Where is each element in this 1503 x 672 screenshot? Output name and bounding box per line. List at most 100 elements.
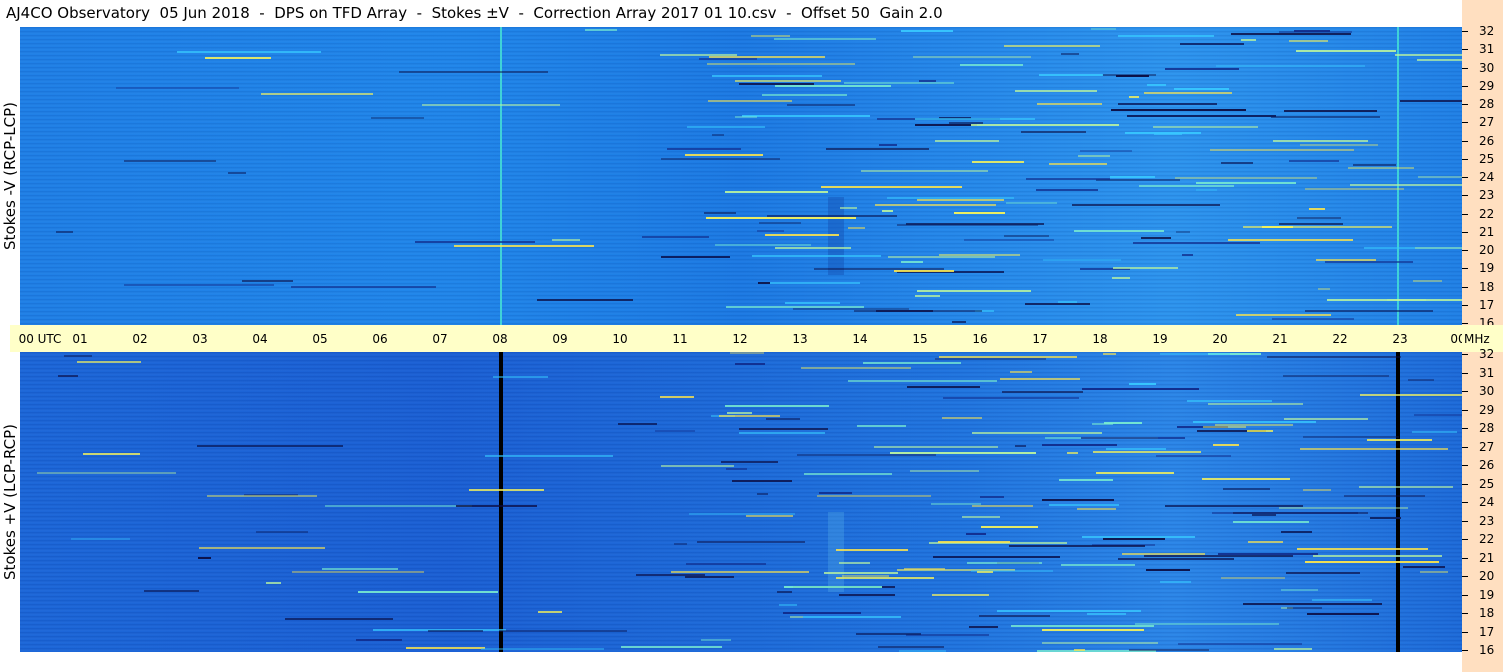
top-rfi-streak <box>1300 143 1378 146</box>
freq-bottom-label-18: 18 <box>1479 606 1495 620</box>
bottom-rfi-streak <box>468 489 544 492</box>
bottom-rfi-streak <box>847 380 997 383</box>
top-rfi-streak <box>1230 32 1351 35</box>
bottom-rfi-streak <box>144 589 200 592</box>
bottom-rfi-streak <box>934 358 1046 361</box>
bottom-rfi-streak <box>1011 625 1154 628</box>
top-rfi-streak <box>1386 299 1426 302</box>
bottom-rfi-streak <box>1042 629 1144 632</box>
top-rfi-streak <box>1209 148 1355 151</box>
interference-band-1335-lower <box>828 512 844 592</box>
bottom-rfi-streak <box>1066 451 1079 454</box>
top-rfi-streak <box>1021 130 1086 133</box>
bottom-rfi-streak <box>966 533 987 536</box>
top-rfi-streak <box>1072 203 1221 206</box>
freq-unit-label: MHz <box>1464 332 1490 346</box>
bottom-rfi-streak <box>1411 431 1458 434</box>
bottom-rfi-streak <box>1286 607 1323 610</box>
top-rfi-streak <box>762 94 847 97</box>
top-rfi-streak <box>698 58 757 61</box>
bottom-rfi-streak <box>689 513 795 516</box>
bottom-rfi-streak <box>671 570 809 573</box>
bottom-rfi-streak <box>1343 494 1425 497</box>
top-rfi-streak <box>1164 68 1239 71</box>
bottom-rfi-streak <box>980 525 1039 528</box>
freq-bottom-tick-24 <box>1462 502 1468 503</box>
top-rfi-streak <box>915 123 978 126</box>
bottom-rfi-streak <box>1117 557 1235 560</box>
bottom-rfi-streak <box>943 397 1080 400</box>
bottom-rfi-streak <box>1369 517 1401 519</box>
bottom-rfi-streak <box>674 542 688 545</box>
bottom-rfi-streak <box>980 495 1005 498</box>
bottom-rfi-streak <box>1060 563 1136 566</box>
top-rfi-streak <box>897 224 1039 227</box>
bottom-rfi-streak <box>976 571 993 574</box>
top-rfi-streak <box>1126 114 1277 117</box>
bottom-rfi-streak <box>1305 560 1440 563</box>
freq-top-tick-28 <box>1462 104 1468 105</box>
bottom-rfi-streak <box>1058 479 1113 482</box>
freq-bottom-label-22: 22 <box>1479 532 1495 546</box>
top-rfi-streak <box>1109 175 1155 178</box>
top-rfi-streak <box>1294 29 1331 32</box>
bottom-rfi-streak <box>966 562 1042 565</box>
top-rfi-streak <box>241 279 293 282</box>
freq-bottom-tick-32 <box>1462 354 1468 355</box>
left-label-strip-top: Stokes -V (RCP-LCP) <box>0 27 20 325</box>
bottom-rfi-streak <box>1366 438 1433 441</box>
freq-axis-bottom: 32 31 30 29 28 27 26 25 24 23 22 21 20 19 18 17 16 <box>1462 348 1503 672</box>
top-rfi-streak <box>848 227 866 230</box>
bottom-rfi-streak <box>1242 602 1382 605</box>
top-rfi-streak <box>1003 44 1101 47</box>
bottom-rfi-streak <box>1284 417 1369 420</box>
bottom-rfi-streak <box>1307 613 1379 616</box>
bottom-rfi-streak <box>1134 623 1279 626</box>
bottom-rfi-streak <box>1280 531 1313 534</box>
freq-bottom-label-28: 28 <box>1479 421 1495 435</box>
top-rfi-streak <box>703 211 737 214</box>
freq-top-tick-21 <box>1462 231 1468 233</box>
spectrogram-stokes-minus-v <box>20 27 1462 325</box>
bottom-rfi-streak <box>739 427 828 430</box>
top-rfi-streak <box>758 281 770 284</box>
top-rfi-streak <box>1288 159 1340 162</box>
top-rfi-streak <box>1015 89 1097 92</box>
top-rfi-streak <box>1048 163 1108 166</box>
bottom-rfi-streak <box>1280 589 1318 592</box>
top-rfi-streak <box>916 290 1031 293</box>
bottom-rfi-streak <box>1246 429 1273 432</box>
bottom-rfi-streak <box>971 432 1103 435</box>
freq-bottom-label-29: 29 <box>1479 402 1495 417</box>
bottom-rfi-streak <box>1201 477 1291 480</box>
top-rfi-streak <box>261 93 373 96</box>
bottom-rfi-streak <box>83 452 140 455</box>
top-rfi-streak <box>176 51 321 54</box>
top-rfi-streak <box>1144 92 1233 95</box>
bottom-rfi-streak <box>1192 420 1316 423</box>
bottom-rfi-streak <box>660 396 694 399</box>
freq-top-tick-25 <box>1462 158 1468 160</box>
bottom-rfi-streak <box>197 444 343 447</box>
bottom-rfi-streak <box>739 431 826 434</box>
bottom-rfi-streak <box>842 575 890 578</box>
bottom-rfi-streak <box>1128 382 1156 385</box>
bottom-rfi-streak <box>961 515 1001 518</box>
freq-top-label-29: 29 <box>1479 78 1495 93</box>
top-rfi-streak <box>951 320 967 323</box>
bottom-rfi-streak <box>498 630 627 633</box>
bottom-rfi-streak <box>757 492 768 495</box>
top-rfi-streak <box>913 56 1032 59</box>
top-rfi-streak <box>1353 164 1396 167</box>
top-rfi-streak <box>205 56 271 59</box>
top-rfi-streak <box>774 37 877 40</box>
top-rfi-streak <box>1347 166 1414 169</box>
top-rfi-streak <box>759 221 801 224</box>
bottom-rfi-streak <box>1312 598 1372 601</box>
top-rfi-streak <box>661 157 780 160</box>
bottom-rfi-streak <box>63 355 93 358</box>
top-rfi-streak <box>1061 52 1080 55</box>
top-rfi-streak <box>585 28 617 31</box>
top-rfi-streak <box>954 211 1005 214</box>
bottom-rfi-streak <box>291 571 424 574</box>
